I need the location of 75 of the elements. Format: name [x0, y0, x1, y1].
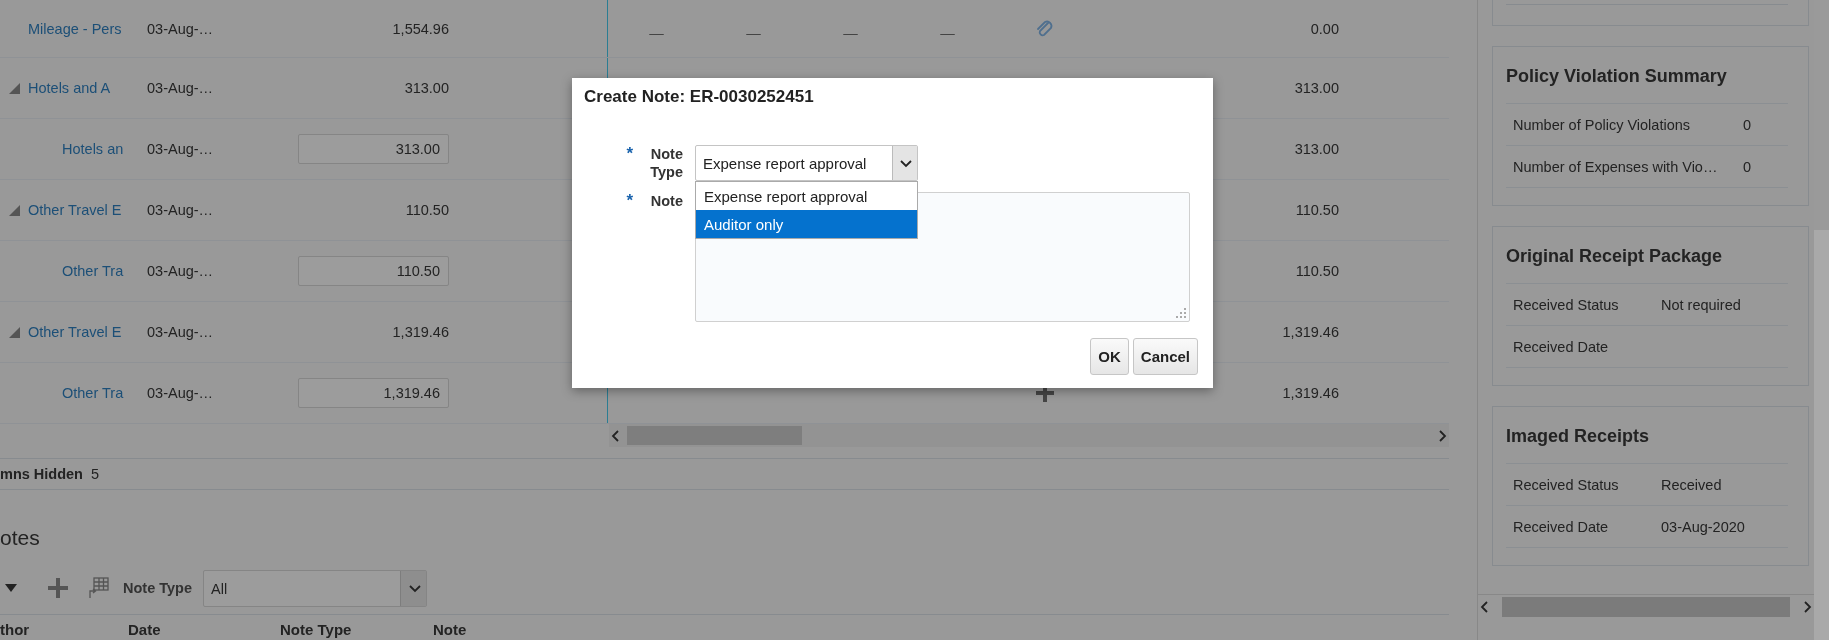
amount-text: 313.00 [1294, 141, 1339, 157]
empty-value-text: — [746, 23, 761, 41]
amount-text: 1,319.46 [1282, 324, 1339, 340]
empty-value-text: — [649, 23, 664, 41]
column-header: Note [433, 621, 467, 638]
date-text: 03-Aug-… [147, 20, 214, 37]
field-label: Received Status [1513, 296, 1619, 313]
amount-field[interactable]: 313.00 [298, 134, 449, 164]
amount-text: 1,319.46 [392, 324, 449, 340]
field-label: Received Status [1513, 476, 1619, 493]
expense-type-link[interactable]: Other Travel E [28, 324, 122, 340]
amount-text: 110.50 [1295, 263, 1339, 279]
panel-title: Imaged Receipts [1506, 425, 1650, 447]
field-value: 03-Aug-2020 [1661, 518, 1745, 535]
section-title: otes [0, 526, 40, 549]
field-label: Number of Expenses with Vio… [1513, 158, 1718, 175]
column-header: thor [0, 621, 30, 638]
dialog-title: Create Note: ER-0030252451 [584, 87, 814, 106]
field-label: Received Date [1513, 518, 1609, 535]
expanded-triangle-icon[interactable] [8, 82, 20, 94]
required-asterisk: * [626, 192, 633, 212]
date-text: 03-Aug-… [147, 202, 214, 218]
amount-field[interactable]: 110.50 [298, 256, 449, 286]
amount-text: 0.00 [1310, 20, 1339, 37]
empty-value-text: — [843, 23, 858, 41]
table-export-icon[interactable] [87, 577, 109, 599]
amount-text: 110.50 [1295, 202, 1339, 218]
expanded-triangle-icon[interactable] [8, 326, 20, 338]
field-value: 0 [1743, 116, 1752, 133]
dropdown-option[interactable]: Auditor only [696, 210, 917, 238]
note-type-dropdown[interactable]: All [203, 569, 428, 607]
horizontal-scrollbar[interactable] [1478, 594, 1815, 619]
note-type-label: Note Type [123, 580, 193, 596]
hidden-columns-label: mns Hidden [0, 466, 83, 482]
field-value: Not required [1661, 296, 1741, 313]
column-header: Note Type [280, 621, 352, 638]
date-text: 03-Aug-… [147, 141, 214, 157]
expanded-triangle-icon[interactable] [8, 204, 20, 216]
date-text: 03-Aug-… [147, 263, 214, 279]
expense-type-link[interactable]: Other Tra [62, 385, 124, 401]
cancel-button[interactable]: Cancel [1132, 338, 1198, 375]
expense-type-link[interactable]: Mileage - Pers [28, 20, 122, 37]
panel-title: Policy Violation Summary [1506, 65, 1727, 87]
expense-type-link[interactable]: Hotels and A [28, 80, 111, 96]
expense-type-link[interactable]: Hotels an [62, 141, 124, 157]
vertical-scrollbar[interactable] [1814, 0, 1829, 640]
field-label: Number of Policy Violations [1513, 116, 1691, 133]
date-text: 03-Aug-… [147, 80, 214, 96]
amount-text: 313.00 [1294, 80, 1339, 96]
caret-down-icon[interactable] [5, 583, 17, 593]
field-label: Note Type [649, 145, 683, 181]
amount-text: 1,319.46 [1282, 385, 1339, 401]
expense-type-link[interactable]: Other Travel E [28, 202, 122, 218]
hidden-columns-count: 5 [91, 466, 100, 482]
amount-text: 110.50 [405, 202, 449, 218]
panel-title: Original Receipt Package [1506, 245, 1723, 267]
amount-text: 313.00 [404, 80, 449, 96]
dropdown-option[interactable]: Expense report approval [696, 182, 917, 210]
field-value: Received [1661, 476, 1722, 493]
column-header: Date [128, 621, 161, 638]
field-label: Received Date [1513, 338, 1609, 355]
empty-value-text: — [940, 23, 955, 41]
field-value: 0 [1743, 158, 1752, 175]
resize-grip-icon[interactable] [1176, 308, 1186, 318]
required-asterisk: * [626, 145, 633, 165]
ok-button[interactable]: OK [1090, 338, 1129, 375]
paperclip-icon[interactable] [1034, 18, 1055, 39]
date-text: 03-Aug-… [147, 324, 214, 340]
date-text: 03-Aug-… [147, 385, 214, 401]
field-label: Note [649, 192, 683, 211]
horizontal-scrollbar[interactable] [609, 424, 1449, 447]
expense-type-link[interactable]: Other Tra [62, 263, 124, 279]
amount-text: 1,554.96 [392, 20, 449, 37]
note-type-dropdown[interactable]: Expense report approval [695, 145, 918, 181]
amount-field[interactable]: 1,319.46 [298, 378, 449, 408]
